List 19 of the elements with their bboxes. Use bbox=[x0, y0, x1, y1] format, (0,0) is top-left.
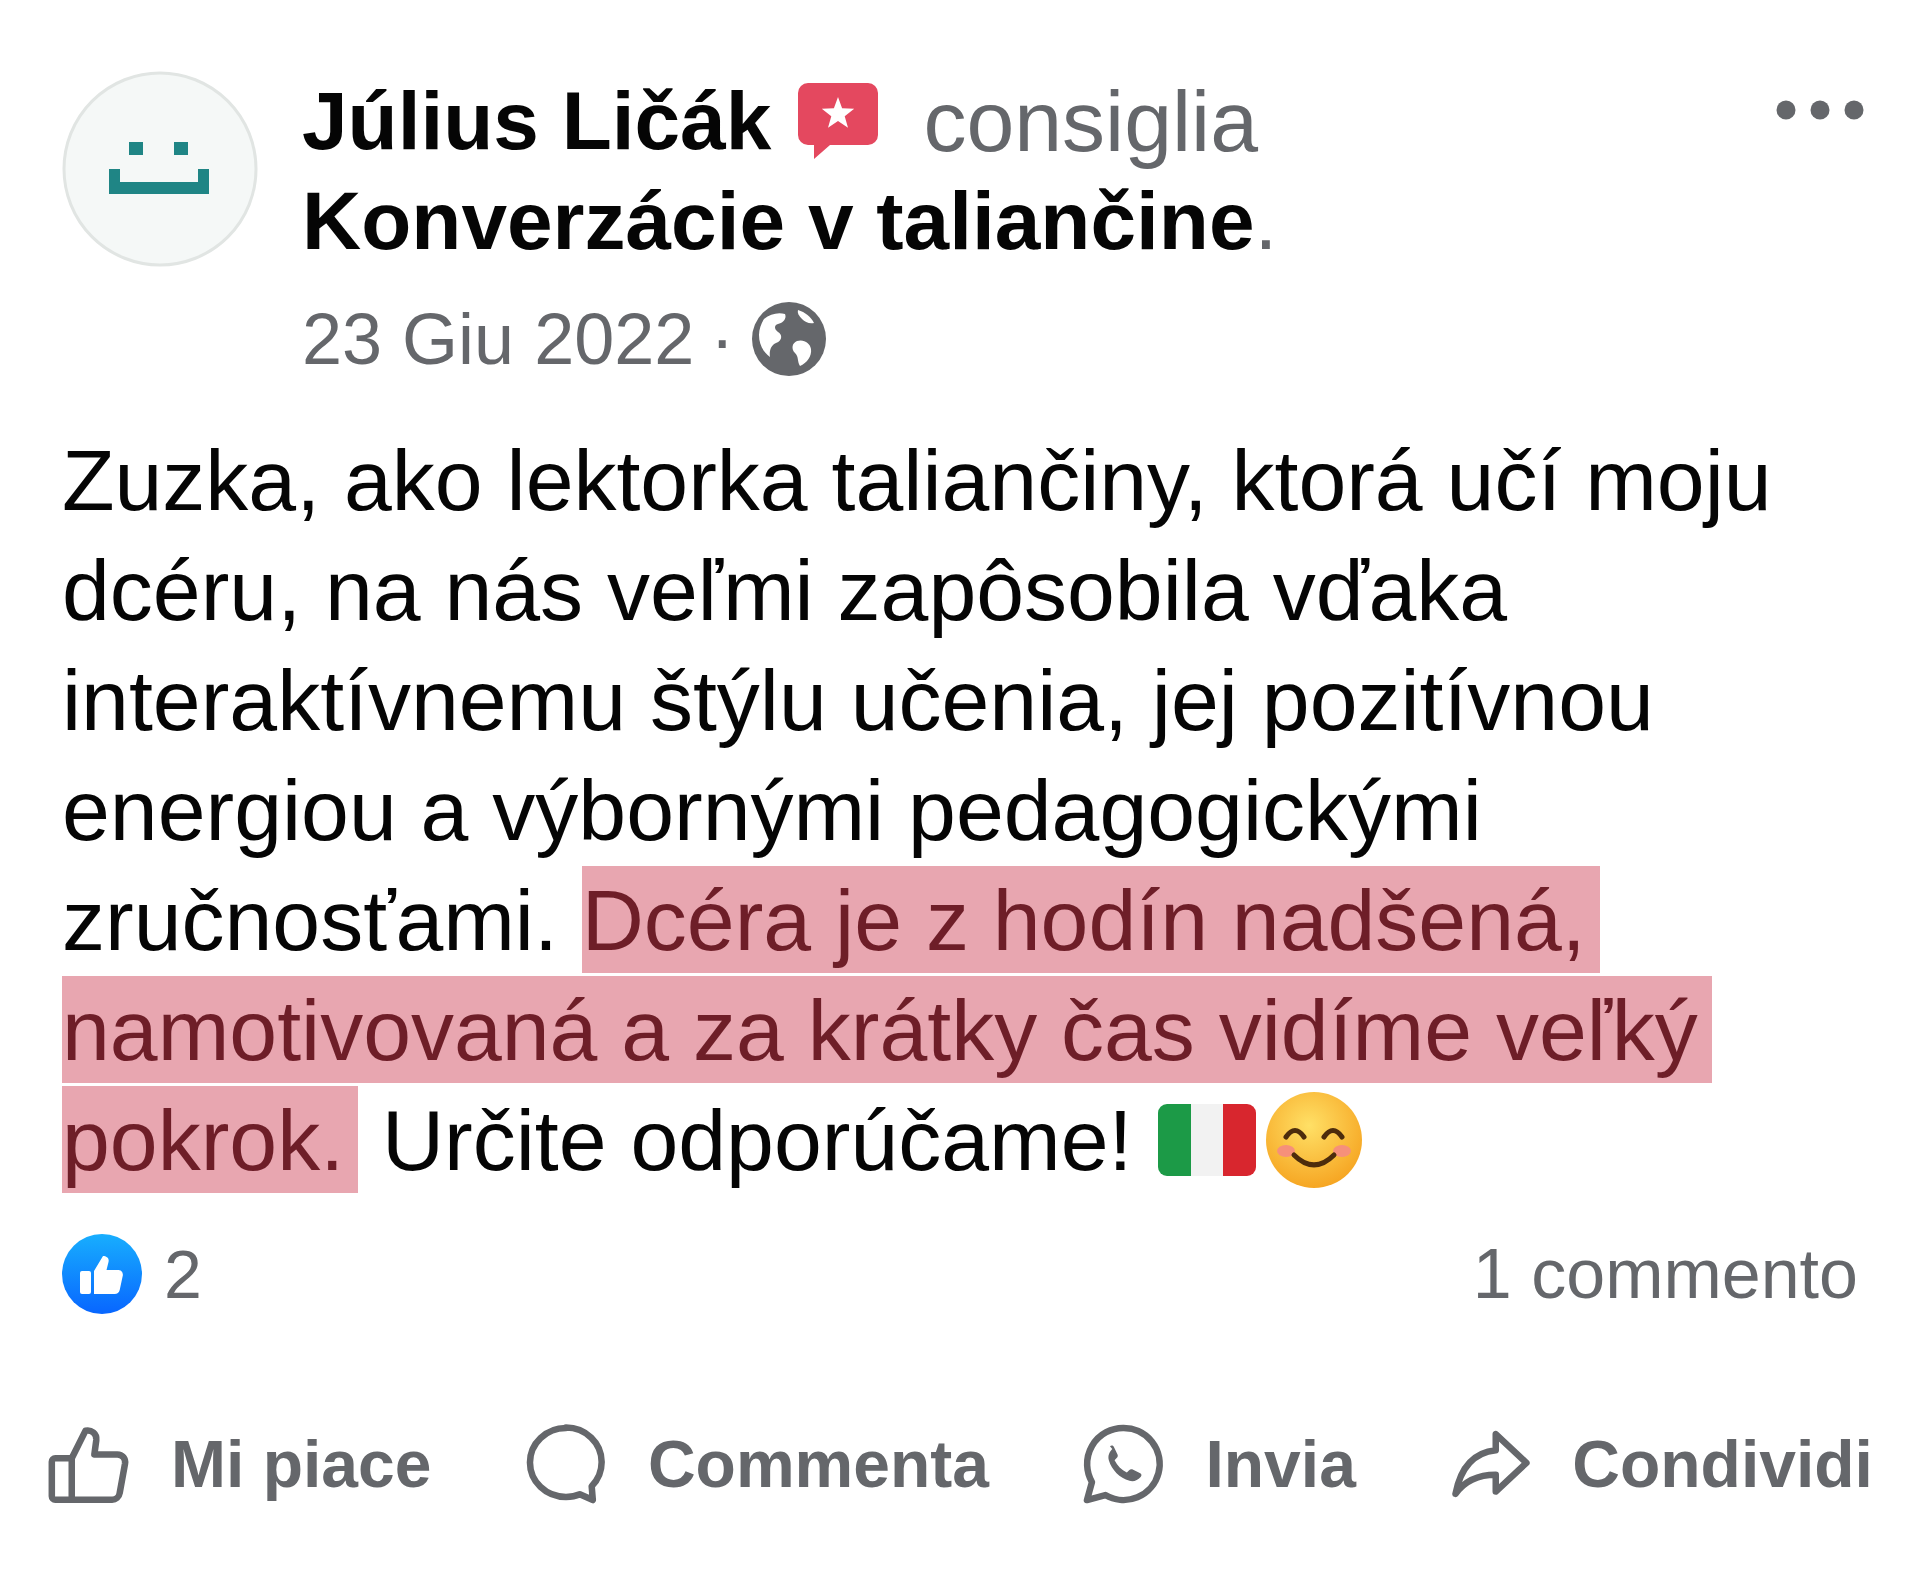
thumbs-up-icon bbox=[62, 1234, 142, 1314]
action-verb: consiglia bbox=[923, 72, 1259, 171]
send-button[interactable]: Invia bbox=[1077, 1418, 1356, 1510]
post-text: Zuzka, ako lektorka taliančiny, ktorá učí moju dcéru, na nás veľmi zapôsobila vďaka interaktívnemu štýlu učenia, jej pozitívnou energiou a výbornými pedagogickými zručnosťami. Dcéra je z hodín nadšená, namotivovaná a za krátky čas vidíme veľký pokrok. Určite odporúčame! bbox=[62, 425, 1864, 1195]
comment-count[interactable]: 1 commento bbox=[1472, 1239, 1858, 1309]
globe-icon bbox=[752, 302, 827, 376]
flag-icon bbox=[1156, 1102, 1258, 1178]
page-name[interactable]: Konverzácie v taliančine bbox=[302, 175, 1255, 266]
comment-button[interactable]: Commenta bbox=[519, 1418, 989, 1510]
reaction-count[interactable]: 2 bbox=[164, 1240, 202, 1308]
more-icon[interactable] bbox=[1776, 100, 1864, 120]
star-speech-bubble-icon bbox=[798, 83, 879, 159]
like-button[interactable]: Mi piace bbox=[43, 1418, 432, 1510]
author-name[interactable]: Július Ličák bbox=[302, 71, 772, 171]
share-button[interactable]: Condividi bbox=[1444, 1418, 1873, 1510]
smiling-face-icon bbox=[1264, 1091, 1364, 1189]
period: . bbox=[1254, 175, 1278, 266]
separator-dot: · bbox=[710, 298, 735, 381]
post-date[interactable]: 23 Giu 2022 bbox=[302, 289, 695, 389]
